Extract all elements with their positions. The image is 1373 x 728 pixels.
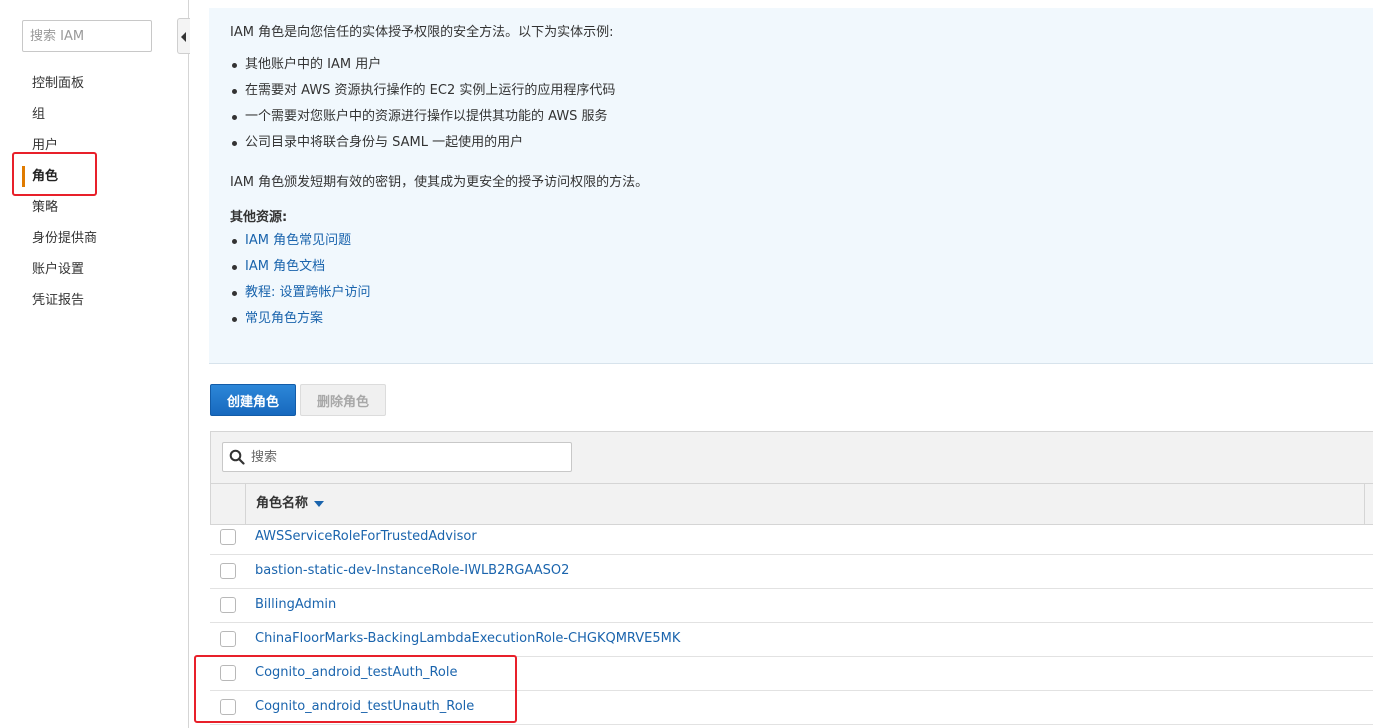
table-row: Cognito_android_testAuth_Role <box>210 657 1373 691</box>
sidebar-item-credential-report[interactable]: 凭证报告 <box>0 285 188 316</box>
list-item: 教程: 设置跨帐户访问 <box>230 280 371 306</box>
role-name-link[interactable]: AWSServiceRoleForTrustedAdvisor <box>255 521 477 553</box>
resource-link-scenarios[interactable]: 常见角色方案 <box>245 311 323 326</box>
table-search-box <box>222 442 572 472</box>
row-checkbox[interactable] <box>220 665 236 681</box>
list-item: 公司目录中将联合身份与 SAML 一起使用的用户 <box>230 130 615 156</box>
table-row: AWSServiceRoleForTrustedAdvisor <box>210 521 1373 555</box>
list-item: 常见角色方案 <box>230 306 371 332</box>
resource-link-faq[interactable]: IAM 角色常见问题 <box>245 233 351 248</box>
sidebar-nav: 控制面板 组 用户 角色 策略 身份提供商 账户设置 凭证报告 <box>0 68 188 316</box>
list-item: 一个需要对您账户中的资源进行操作以提供其功能的 AWS 服务 <box>230 104 615 130</box>
column-divider <box>1364 484 1365 524</box>
search-icon <box>229 449 245 465</box>
row-checkbox[interactable] <box>220 529 236 545</box>
row-checkbox[interactable] <box>220 631 236 647</box>
sidebar-item-policies[interactable]: 策略 <box>0 192 188 223</box>
list-item: IAM 角色文档 <box>230 254 371 280</box>
delete-role-button[interactable]: 删除角色 <box>300 384 386 416</box>
table-row: BillingAdmin <box>210 589 1373 623</box>
chevron-left-icon <box>181 32 186 42</box>
sidebar-collapse-button[interactable] <box>177 18 190 54</box>
role-name-link[interactable]: bastion-static-dev-InstanceRole-IWLB2RGA… <box>255 555 569 587</box>
info-intro: IAM 角色是向您信任的实体授予权限的安全方法。以下为实体示例: <box>230 25 614 40</box>
table-row: ChinaFloorMarks-BackingLambdaExecutionRo… <box>210 623 1373 657</box>
row-checkbox[interactable] <box>220 699 236 715</box>
example-text: 其他账户中的 IAM 用户 <box>245 57 382 72</box>
select-all-column <box>211 484 246 524</box>
create-role-button[interactable]: 创建角色 <box>210 384 296 416</box>
table-header: 角色名称 <box>210 483 1373 525</box>
sidebar-item-account-settings[interactable]: 账户设置 <box>0 254 188 285</box>
row-checkbox[interactable] <box>220 597 236 613</box>
resource-link-docs[interactable]: IAM 角色文档 <box>245 259 325 274</box>
example-text: 一个需要对您账户中的资源进行操作以提供其功能的 AWS 服务 <box>245 109 608 124</box>
sidebar-item-users[interactable]: 用户 <box>0 130 188 161</box>
sidebar-item-identity-providers[interactable]: 身份提供商 <box>0 223 188 254</box>
list-item: IAM 角色常见问题 <box>230 228 371 254</box>
resources-list: IAM 角色常见问题 IAM 角色文档 教程: 设置跨帐户访问 常见角色方案 <box>230 228 371 332</box>
info-panel: IAM 角色是向您信任的实体授予权限的安全方法。以下为实体示例: 其他账户中的 … <box>209 8 1373 364</box>
sidebar: 控制面板 组 用户 角色 策略 身份提供商 账户设置 凭证报告 <box>0 0 189 728</box>
list-item: 其他账户中的 IAM 用户 <box>230 52 615 78</box>
role-name-link[interactable]: BillingAdmin <box>255 589 336 621</box>
row-checkbox[interactable] <box>220 563 236 579</box>
role-name-link[interactable]: Cognito_android_testUnauth_Role <box>255 691 474 723</box>
column-header-role-name[interactable]: 角色名称 <box>256 484 325 524</box>
resource-link-tutorial[interactable]: 教程: 设置跨帐户访问 <box>245 285 371 300</box>
entity-examples-list: 其他账户中的 IAM 用户 在需要对 AWS 资源执行操作的 EC2 实例上运行… <box>230 52 615 156</box>
sidebar-item-groups[interactable]: 组 <box>0 99 188 130</box>
role-name-link[interactable]: ChinaFloorMarks-BackingLambdaExecutionRo… <box>255 623 680 655</box>
role-name-link[interactable]: Cognito_android_testAuth_Role <box>255 657 457 689</box>
table-row: Cognito_android_testUnauth_Role <box>210 691 1373 725</box>
sidebar-item-roles[interactable]: 角色 <box>0 161 188 192</box>
example-text: 公司目录中将联合身份与 SAML 一起使用的用户 <box>245 135 524 150</box>
sidebar-search-input[interactable] <box>22 20 152 52</box>
column-header-label: 角色名称 <box>256 496 309 511</box>
sort-desc-icon[interactable] <box>314 500 325 507</box>
info-summary: IAM 角色颁发短期有效的密钥，使其成为更安全的授予访问权限的方法。 <box>230 175 649 190</box>
sidebar-item-dashboard[interactable]: 控制面板 <box>0 68 188 99</box>
table-search-input[interactable] <box>249 443 569 471</box>
example-text: 在需要对 AWS 资源执行操作的 EC2 实例上运行的应用程序代码 <box>245 83 616 98</box>
table-toolbar <box>210 431 1373 483</box>
resources-heading: 其他资源: <box>230 210 288 225</box>
list-item: 在需要对 AWS 资源执行操作的 EC2 实例上运行的应用程序代码 <box>230 78 615 104</box>
table-row: bastion-static-dev-InstanceRole-IWLB2RGA… <box>210 555 1373 589</box>
